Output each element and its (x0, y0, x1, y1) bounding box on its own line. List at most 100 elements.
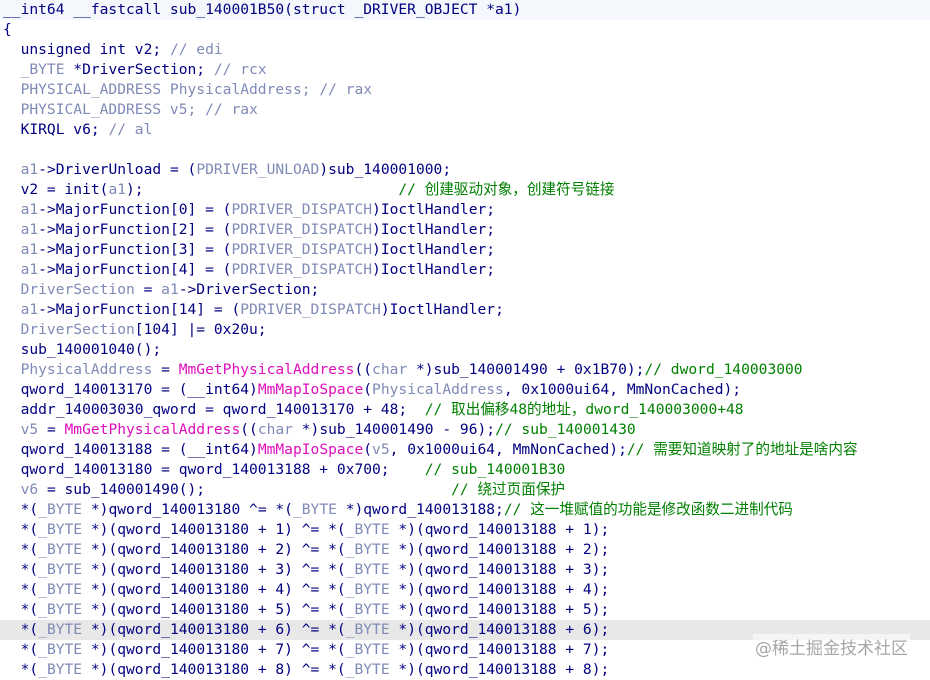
code-token: DriverSection (3, 321, 135, 338)
code-token: *)(qword_140013180 + 1) ^= *( (82, 521, 346, 538)
code-token: PDRIVER_DISPATCH (240, 301, 381, 318)
code-token: (( (354, 361, 373, 378)
code-token: PHYSICAL_ADDRESS PhysicalAddress; (3, 81, 320, 98)
code-token: _BYTE (345, 581, 390, 598)
code-token: addr_140003030_qword = qword_140013170 +… (3, 401, 425, 418)
code-line[interactable]: v2 = init(a1); // 创建驱动对象，创建符号链接 (0, 180, 930, 200)
code-comment: // 取出偏移48的地址，dword_140003000+48 (424, 401, 744, 418)
code-token: MmGetPhysicalAddress (64, 421, 241, 438)
code-line[interactable]: *(_BYTE *)qword_140013180 ^= *(_BYTE *)q… (0, 500, 930, 520)
code-line[interactable]: *(_BYTE *)(qword_140013180 + 8) ^= *(_BY… (0, 660, 930, 680)
code-token: ->DriverUnload = ( (38, 161, 197, 178)
code-token: _BYTE (345, 521, 390, 538)
code-token: _BYTE (345, 641, 390, 658)
code-line[interactable]: a1->MajorFunction[4] = (PDRIVER_DISPATCH… (0, 260, 930, 280)
code-token: )IoctlHandler; (372, 221, 496, 238)
code-token: *)sub_140001490 + 0x1B70); (407, 361, 645, 378)
code-line[interactable]: DriverSection[104] |= 0x20u; (0, 320, 930, 340)
code-line[interactable]: __int64 __fastcall sub_140001B50(struct … (0, 0, 930, 20)
code-token: unsigned int v2; (3, 41, 170, 58)
code-token: )IoctlHandler; (372, 241, 496, 258)
code-token: *)(qword_140013188 + 3); (389, 561, 610, 578)
code-token: _BYTE (38, 521, 83, 538)
code-token: *)sub_140001490 - 96); (292, 421, 496, 438)
code-token: _BYTE (38, 641, 83, 658)
code-comment: // edi (169, 41, 223, 58)
code-line[interactable]: unsigned int v2; // edi (0, 40, 930, 60)
code-line[interactable]: a1->MajorFunction[3] = (PDRIVER_DISPATCH… (0, 240, 930, 260)
code-line[interactable]: qword_140013180 = qword_140013188 + 0x70… (0, 460, 930, 480)
code-line[interactable]: a1->MajorFunction[0] = (PDRIVER_DISPATCH… (0, 200, 930, 220)
code-line[interactable]: KIRQL v6; // al (0, 120, 930, 140)
code-line[interactable]: *(_BYTE *)(qword_140013180 + 4) ^= *(_BY… (0, 580, 930, 600)
code-token: ->MajorFunction[14] = ( (38, 301, 241, 318)
code-line[interactable]: PHYSICAL_ADDRESS PhysicalAddress; // rax (0, 80, 930, 100)
code-token: *)(qword_140013188 + 4); (389, 581, 610, 598)
code-token: a1 (3, 221, 39, 238)
code-token: (( (240, 421, 258, 438)
code-token: PHYSICAL_ADDRESS v5; (3, 101, 206, 118)
code-token: *)(qword_140013188 + 8); (389, 661, 610, 678)
code-token: _BYTE (345, 661, 390, 678)
code-token: a1 (3, 261, 39, 278)
code-line[interactable]: a1->DriverUnload = (PDRIVER_UNLOAD)sub_1… (0, 160, 930, 180)
code-token: *)qword_140013180 ^= *( (82, 501, 293, 518)
code-token: v5 (3, 421, 39, 438)
code-token: v2 = init( (3, 181, 109, 198)
code-comment: // rax (205, 101, 258, 118)
code-token: _BYTE (3, 61, 74, 78)
code-comment: // 绕过页面保护 (451, 481, 566, 498)
pseudocode-view[interactable]: __int64 __fastcall sub_140001B50(struct … (0, 0, 930, 680)
code-token: v5 (372, 441, 390, 458)
code-token: ->DriverSection; (178, 281, 320, 298)
code-token: *( (3, 621, 39, 638)
code-token: = sub_140001490(); (38, 481, 452, 498)
code-token: { (3, 21, 12, 38)
code-token: = (134, 281, 162, 298)
code-token: DriverSection (3, 281, 135, 298)
code-line[interactable]: *(_BYTE *)(qword_140013180 + 1) ^= *(_BY… (0, 520, 930, 540)
code-token: )IoctlHandler; (372, 201, 496, 218)
code-token: a1 (3, 201, 39, 218)
code-token: qword_140013180 = qword_140013188 + 0x70… (3, 461, 425, 478)
code-comment: // 创建驱动对象，创建符号链接 (398, 181, 615, 198)
code-token: ->MajorFunction[4] = ( (38, 261, 232, 278)
code-token: qword_140013188 = (__int64) (3, 441, 258, 458)
code-comment: // rcx (213, 61, 267, 78)
code-token: _BYTE (345, 561, 390, 578)
code-token: MmGetPhysicalAddress (178, 361, 355, 378)
code-token: *( (3, 601, 39, 618)
code-token: *)(qword_140013180 + 3) ^= *( (82, 561, 346, 578)
code-token: *)(qword_140013180 + 8) ^= *( (82, 661, 346, 678)
code-line[interactable]: addr_140003030_qword = qword_140013170 +… (0, 400, 930, 420)
code-token: char (372, 361, 408, 378)
code-line[interactable]: *(_BYTE *)(qword_140013180 + 5) ^= *(_BY… (0, 600, 930, 620)
code-token: _BYTE (292, 501, 337, 518)
code-line[interactable]: sub_140001040(); (0, 340, 930, 360)
code-line[interactable]: *(_BYTE *)(qword_140013180 + 2) ^= *(_BY… (0, 540, 930, 560)
code-line[interactable]: PHYSICAL_ADDRESS v5; // rax (0, 100, 930, 120)
code-token: *( (3, 521, 39, 538)
code-token: PDRIVER_DISPATCH (231, 221, 373, 238)
code-line[interactable]: { (0, 20, 930, 40)
code-line[interactable] (0, 140, 930, 160)
code-line[interactable]: _BYTE *DriverSection; // rcx (0, 60, 930, 80)
code-line[interactable]: v6 = sub_140001490(); // 绕过页面保护 (0, 480, 930, 500)
code-token: *( (3, 661, 39, 678)
code-token: a1 (3, 301, 39, 318)
code-line[interactable]: qword_140013170 = (__int64)MmMapIoSpace(… (0, 380, 930, 400)
code-token: *( (3, 581, 39, 598)
code-line[interactable]: qword_140013188 = (__int64)MmMapIoSpace(… (0, 440, 930, 460)
code-line[interactable]: PhysicalAddress = MmGetPhysicalAddress((… (0, 360, 930, 380)
code-token: [104] |= 0x20u; (134, 321, 267, 338)
code-token: PhysicalAddress (372, 381, 504, 398)
code-line[interactable]: DriverSection = a1->DriverSection; (0, 280, 930, 300)
code-line[interactable]: a1->MajorFunction[14] = (PDRIVER_DISPATC… (0, 300, 930, 320)
code-line[interactable]: *(_BYTE *)(qword_140013180 + 3) ^= *(_BY… (0, 560, 930, 580)
code-line[interactable]: v5 = MmGetPhysicalAddress((char *)sub_14… (0, 420, 930, 440)
code-token: _BYTE (38, 541, 83, 558)
watermark: @稀土掘金技术社区 (753, 634, 910, 659)
code-token: *( (3, 541, 39, 558)
code-token: )sub_140001000; (319, 161, 452, 178)
code-line[interactable]: a1->MajorFunction[2] = (PDRIVER_DISPATCH… (0, 220, 930, 240)
